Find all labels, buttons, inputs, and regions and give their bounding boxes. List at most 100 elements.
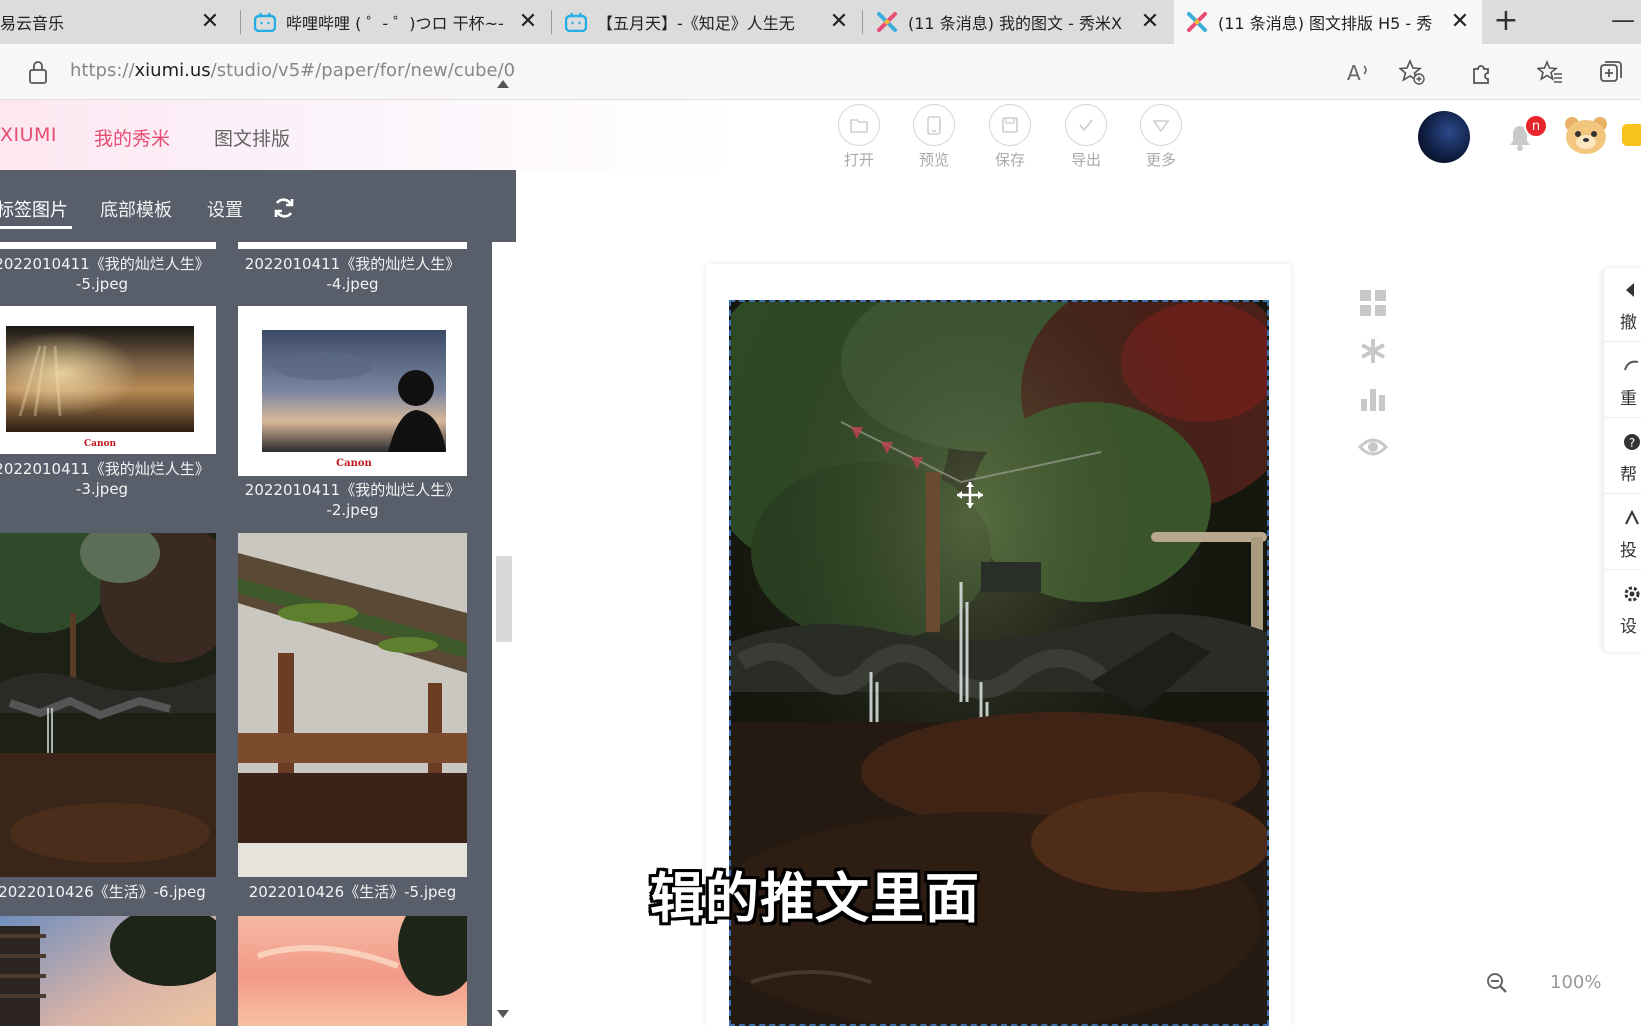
image-caption: 2022010411《我的灿烂人生》 -2.jpeg	[238, 480, 467, 520]
xiumi-logo[interactable]: XIUMI	[0, 124, 57, 146]
image-thumbnail[interactable]: Canon	[238, 306, 467, 476]
collections-icon[interactable]	[1597, 58, 1625, 86]
open-button[interactable]: 打开	[830, 104, 888, 170]
tab-title: (11 条消息) 我的图文 - 秀米X	[908, 14, 1122, 33]
save-button[interactable]: 保存	[981, 104, 1039, 170]
caption-line: 2022010411《我的灿烂人生》	[244, 481, 461, 499]
scroll-down-icon[interactable]	[497, 1010, 509, 1018]
xiumi-icon	[1186, 11, 1208, 33]
image-thumbnail[interactable]	[238, 242, 467, 249]
url-scheme: https://	[70, 60, 135, 81]
nav-article-layout[interactable]: 图文排版	[214, 124, 290, 151]
url-path: /studio/v5#/paper/for/new/cube/0	[210, 60, 516, 81]
save-icon	[989, 104, 1031, 146]
address-bar: https://xiumi.us/studio/v5#/paper/for/ne…	[0, 44, 1641, 100]
preview-button[interactable]: 预览	[905, 104, 963, 170]
caption-line: 2022010411《我的灿烂人生》	[244, 255, 461, 273]
extensions-icon[interactable]	[1468, 58, 1496, 86]
settings-button[interactable]: 设	[1604, 572, 1641, 646]
image-library-panel: 标签图片 底部模板 设置 2022010411《我的灿烂人生》 -5.jpeg …	[0, 170, 516, 1026]
refresh-icon[interactable]	[272, 196, 296, 220]
image-caption: 2022010426《生活》-6.jpeg	[0, 882, 210, 902]
tab-title: 哔哩哔哩 ( ゜- ゜)つロ 干杯~-	[286, 14, 504, 33]
bilibili-icon	[565, 11, 587, 33]
tab-tagged-images[interactable]: 标签图片	[0, 196, 68, 222]
image-caption: 2022010411《我的灿烂人生》 -5.jpeg	[0, 254, 210, 294]
tab-netease-music[interactable]: 易云音乐 ✕	[0, 0, 232, 44]
avatar[interactable]	[1418, 111, 1470, 163]
bilibili-icon	[254, 11, 276, 33]
tab-xiumi-my-articles[interactable]: (11 条消息) 我的图文 - 秀米X ✕	[864, 0, 1172, 44]
redo-icon	[1622, 356, 1641, 376]
caption-line: -4.jpeg	[326, 275, 379, 293]
undo-button[interactable]: 撤	[1604, 268, 1641, 342]
tab-xiumi-editor[interactable]: (11 条消息) 图文排版 H5 - 秀 ✕	[1174, 0, 1482, 44]
image-thumbnail[interactable]: Canon	[0, 306, 216, 454]
asterisk-icon[interactable]	[1356, 334, 1390, 368]
tab-bilibili[interactable]: 哔哩哔哩 ( ゜- ゜)つロ 干杯~- ✕	[242, 0, 550, 44]
image-thumbnail[interactable]	[0, 242, 216, 249]
nav-my-xiumi[interactable]: 我的秀米	[94, 124, 170, 151]
favorites-icon[interactable]	[1536, 58, 1564, 86]
help-label: 帮	[1620, 465, 1637, 485]
tab-separator	[551, 10, 552, 34]
bar-chart-icon[interactable]	[1356, 382, 1390, 416]
submit-button[interactable]: 投	[1604, 496, 1641, 570]
more-label: 更多	[1145, 151, 1176, 169]
image-thumbnail[interactable]	[238, 533, 467, 877]
minimize-button[interactable]: —	[1608, 6, 1638, 36]
redo-button[interactable]: 重	[1604, 344, 1641, 418]
tab-mayday-video[interactable]: 【五月天】-《知足》人生无 ✕	[553, 0, 861, 44]
open-label: 打开	[843, 151, 874, 169]
zoom-out-icon[interactable]	[1486, 972, 1508, 994]
tab-title: (11 条消息) 图文排版 H5 - 秀	[1218, 14, 1433, 33]
caption-line: -3.jpeg	[75, 480, 129, 498]
zoom-level[interactable]: 100%	[1550, 972, 1601, 993]
bear-mascot-icon[interactable]	[1562, 114, 1610, 156]
add-favorite-icon[interactable]	[1398, 58, 1426, 86]
zoom-control: 100%	[1474, 960, 1641, 1006]
video-subtitle: 辑的推文里面	[650, 867, 980, 930]
scroll-up-icon[interactable]	[497, 80, 509, 88]
read-aloud-icon[interactable]: A	[1345, 58, 1373, 86]
more-button[interactable]: 更多	[1132, 104, 1190, 170]
caption-line: 2022010426《生活》-5.jpeg	[248, 883, 457, 901]
panel-tabs: 标签图片 底部模板 设置	[0, 170, 516, 242]
save-label: 保存	[994, 151, 1025, 169]
redo-label: 重	[1620, 389, 1637, 409]
caption-line: 2022010426《生活》-6.jpeg	[0, 883, 206, 901]
export-button[interactable]: 导出	[1057, 104, 1115, 170]
image-thumbnail[interactable]	[0, 533, 216, 877]
undo-icon	[1622, 280, 1641, 300]
vip-badge[interactable]	[1622, 124, 1641, 146]
eye-icon[interactable]	[1356, 430, 1390, 464]
scroll-thumb[interactable]	[496, 556, 512, 642]
caption-line: 2022010411《我的灿烂人生》	[0, 460, 210, 478]
grid-icon[interactable]	[1356, 286, 1390, 320]
right-action-rail: 撤 重 ? 帮 投 设	[1604, 268, 1641, 652]
settings-label: 设	[1620, 617, 1637, 637]
tab-settings[interactable]: 设置	[207, 196, 243, 222]
new-tab-button[interactable]: +	[1490, 6, 1522, 38]
move-cursor-icon	[955, 480, 985, 510]
help-button[interactable]: ? 帮	[1604, 420, 1641, 494]
undo-label: 撤	[1620, 313, 1637, 333]
lock-icon[interactable]	[26, 59, 50, 85]
image-thumbnail[interactable]	[0, 916, 216, 1026]
close-icon[interactable]: ✕	[827, 10, 851, 34]
help-icon: ?	[1622, 432, 1641, 452]
tab-footer-templates[interactable]: 底部模板	[100, 196, 172, 222]
close-icon[interactable]: ✕	[198, 10, 222, 34]
close-icon[interactable]: ✕	[1138, 10, 1162, 34]
preview-label: 预览	[918, 151, 949, 169]
preview-icon	[913, 104, 955, 146]
export-label: 导出	[1070, 151, 1101, 169]
close-icon[interactable]: ✕	[1448, 10, 1472, 34]
submit-label: 投	[1620, 541, 1637, 561]
close-icon[interactable]: ✕	[516, 10, 540, 34]
image-thumbnail[interactable]	[238, 916, 467, 1026]
xiumi-icon	[876, 11, 898, 33]
url-field[interactable]: https://xiumi.us/studio/v5#/paper/for/ne…	[70, 60, 515, 81]
image-caption: 2022010426《生活》-5.jpeg	[238, 882, 467, 902]
gear-icon	[1622, 584, 1641, 604]
